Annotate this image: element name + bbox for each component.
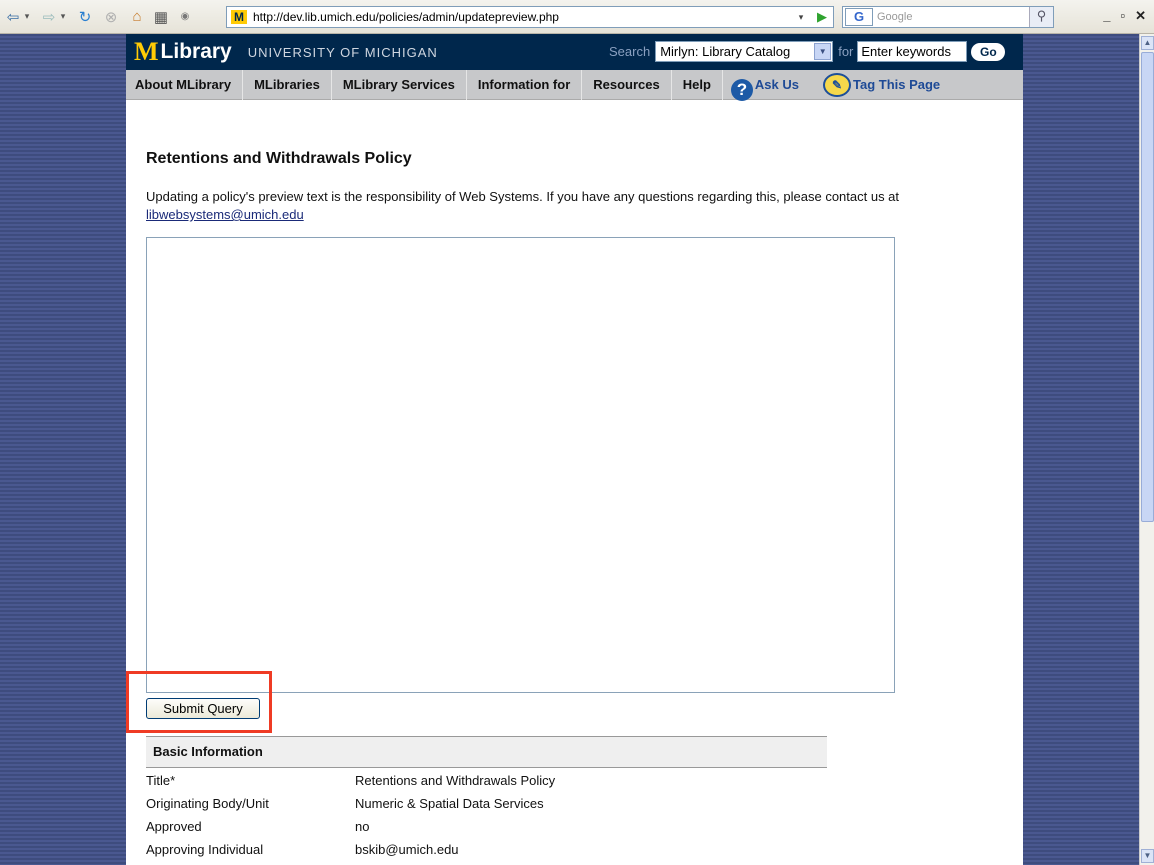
info-label: Title* (146, 773, 176, 788)
site-banner: M Library UNIVERSITY OF MICHIGAN Search … (126, 34, 1023, 70)
window-controls: _ ▫ ✕ (1103, 8, 1146, 24)
bookmarks-icon[interactable]: ▦ (152, 6, 170, 28)
url-dropdown-icon[interactable]: ▾ (791, 12, 811, 23)
intro-text: Updating a policy's preview text is the … (146, 189, 900, 204)
search-label: Search (609, 44, 651, 59)
tag-icon: ✎ (823, 72, 851, 97)
address-bar[interactable]: M http://dev.lib.umich.edu/policies/admi… (226, 6, 834, 28)
info-value: no (355, 819, 370, 834)
nav-information-for[interactable]: Information for (467, 69, 583, 100)
site-search: Search Mirlyn: Library Catalog ▼ for Ent… (609, 41, 1006, 62)
nav-resources[interactable]: Resources (582, 69, 672, 100)
go-button[interactable]: Go (971, 42, 1006, 61)
page-title: Retentions and Withdrawals Policy (146, 150, 412, 167)
submit-query-button[interactable]: Submit Query (146, 698, 260, 719)
mlibrary-logo-text[interactable]: Library (161, 40, 232, 64)
close-icon[interactable]: ✕ (1135, 8, 1146, 24)
info-row-approving-individual: Approving Individual bskib@umich.edu (146, 842, 846, 857)
tag-icon[interactable]: ◉ (176, 6, 194, 28)
chevron-down-icon[interactable]: ▼ (814, 43, 832, 60)
nav-ask-us[interactable]: ? Ask Us (723, 70, 809, 101)
info-value: Numeric & Spatial Data Services (355, 796, 544, 811)
info-value: bskib@umich.edu (355, 842, 459, 857)
scroll-thumb[interactable] (1141, 52, 1154, 522)
basic-information-heading: Basic Information (146, 736, 827, 768)
for-label: for (838, 44, 854, 59)
url-text: http://dev.lib.umich.edu/policies/admin/… (253, 10, 559, 24)
back-dropdown-icon[interactable]: ▾ (22, 11, 32, 22)
left-background-stripes (0, 34, 126, 865)
info-label: Approving Individual (146, 842, 264, 857)
forward-icon[interactable]: ⇨ (40, 6, 58, 28)
browser-toolbar: ⇦ ▾ ⇨ ▾ ↻ ⊗ ⌂ ▦ ◉ M http://dev.lib.umich… (0, 0, 1154, 34)
ask-us-label: Ask Us (754, 77, 799, 92)
nav-about-mlibrary[interactable]: About MLibrary (126, 69, 244, 100)
site-favicon-icon: M (231, 10, 247, 24)
contact-email-link[interactable]: libwebsystems@umich.edu (146, 207, 304, 222)
google-search-box[interactable]: G Google ⚲ (842, 6, 1054, 28)
scroll-down-icon[interactable]: ▼ (1141, 849, 1154, 863)
right-background-stripes (1023, 34, 1139, 865)
mlibrary-logo-m[interactable]: M (134, 39, 159, 65)
minimize-icon[interactable]: _ (1103, 8, 1110, 24)
nav-help[interactable]: Help (672, 69, 723, 100)
forward-dropdown-icon[interactable]: ▾ (58, 11, 68, 22)
restore-icon[interactable]: ▫ (1120, 8, 1125, 24)
nav-mlibraries[interactable]: MLibraries (243, 69, 332, 100)
page-content: M Library UNIVERSITY OF MICHIGAN Search … (126, 34, 1023, 865)
magnifier-icon[interactable]: ⚲ (1029, 7, 1053, 27)
search-scope-select[interactable]: Mirlyn: Library Catalog ▼ (655, 41, 834, 62)
question-icon: ? (730, 78, 753, 101)
info-value: Retentions and Withdrawals Policy (355, 773, 556, 788)
scroll-up-icon[interactable]: ▲ (1141, 36, 1154, 50)
google-search-placeholder: Google (877, 11, 913, 23)
back-icon[interactable]: ⇦ (4, 6, 22, 28)
stop-icon[interactable]: ⊗ (102, 6, 120, 28)
go-arrow-icon[interactable]: ▶ (811, 9, 833, 25)
info-label: Originating Body/Unit (146, 796, 269, 811)
info-row-approved: Approved no (146, 819, 846, 834)
reload-icon[interactable]: ↻ (76, 6, 94, 28)
home-icon[interactable]: ⌂ (128, 6, 146, 28)
nav-mlibrary-services[interactable]: MLibrary Services (332, 69, 467, 100)
intro-paragraph: Updating a policy's preview text is the … (146, 188, 1016, 224)
preview-text-area[interactable] (146, 237, 895, 693)
nav-tag-this-page[interactable]: ✎ Tag This Page (809, 70, 951, 100)
info-row-originating-body: Originating Body/Unit Numeric & Spatial … (146, 796, 846, 811)
info-row-title: Title* Retentions and Withdrawals Policy (146, 773, 846, 788)
info-label: Approved (146, 819, 202, 834)
tag-this-page-label: Tag This Page (853, 77, 941, 92)
keywords-input[interactable]: Enter keywords (857, 41, 968, 62)
search-scope-value: Mirlyn: Library Catalog (660, 44, 791, 59)
university-name[interactable]: UNIVERSITY OF MICHIGAN (248, 45, 438, 60)
vertical-scrollbar[interactable]: ▲ ▼ (1139, 34, 1154, 865)
google-icon[interactable]: G (845, 8, 873, 26)
main-navigation: About MLibrary MLibraries MLibrary Servi… (126, 69, 1023, 101)
